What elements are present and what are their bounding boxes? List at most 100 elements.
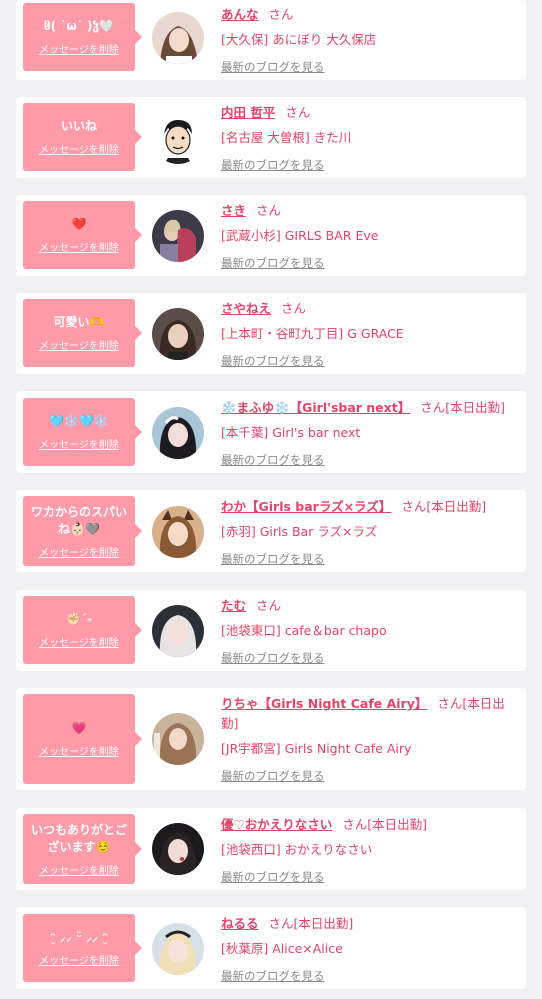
delete-message-link[interactable]: メッセージを削除 bbox=[39, 952, 119, 967]
message-text: ჱ( ˙ω˙ )ჴ🤍 bbox=[43, 19, 115, 33]
message-card: 可愛い🫶 メッセージを削除 さやねえ さん [上本町・谷町九丁目] G GRACE… bbox=[16, 293, 526, 374]
user-name-link[interactable]: わか【Girls barラズ×ラズ】 bbox=[221, 499, 391, 514]
user-info: あんな さん [大久保] あにぼり 大久保店 最新のブログを見る bbox=[221, 5, 519, 77]
user-info: さき さん [武蔵小杉] GIRLS BAR Eve 最新のブログを見る bbox=[221, 201, 519, 273]
delete-message-link[interactable]: メッセージを削除 bbox=[39, 544, 119, 559]
user-name-link[interactable]: あんな bbox=[221, 7, 259, 22]
avatar[interactable] bbox=[152, 823, 204, 875]
message-bubble: いいね メッセージを削除 bbox=[23, 103, 142, 171]
shop-info: [上本町・谷町九丁目] G GRACE bbox=[221, 326, 404, 341]
avatar[interactable] bbox=[152, 210, 204, 262]
avatar[interactable] bbox=[152, 12, 204, 64]
honorific: さん bbox=[401, 499, 427, 514]
message-bubble: ワカからのスパいね👶🏻🩶 メッセージを削除 bbox=[23, 496, 142, 566]
latest-blog-link[interactable]: 最新のブログを見る bbox=[221, 648, 325, 668]
message-bubble: ✊🏻ˊ- メッセージを削除 bbox=[23, 596, 142, 664]
avatar[interactable] bbox=[152, 713, 204, 765]
user-name-link[interactable]: りちゃ【Girls Night Cafe Airy】 bbox=[221, 696, 427, 711]
message-card: いつもありがとございます☺️ メッセージを削除 優♡おかえりなさい さん[本日出勤… bbox=[16, 808, 526, 890]
user-info: たむ さん [池袋東口] cafe＆bar chapo 最新のブログを見る bbox=[221, 596, 519, 668]
latest-blog-link[interactable]: 最新のブログを見る bbox=[221, 966, 325, 986]
honorific: さん bbox=[256, 598, 282, 613]
honorific: さん bbox=[281, 301, 307, 316]
latest-blog-link[interactable]: 最新のブログを見る bbox=[221, 766, 325, 786]
avatar[interactable] bbox=[152, 506, 204, 558]
latest-blog-link[interactable]: 最新のブログを見る bbox=[221, 57, 325, 77]
message-card: 💗 メッセージを削除 りちゃ【Girls Night Cafe Airy】 さん[… bbox=[16, 688, 526, 790]
message-bubble: ᵔ̮ ⸝⸝ ᵕ̈ ⸝⸝ ᵔ̮ メッセージを削除 bbox=[23, 914, 142, 982]
honorific: さん bbox=[420, 400, 446, 415]
honorific: さん bbox=[268, 7, 294, 22]
message-bubble: ❤️ メッセージを削除 bbox=[23, 201, 142, 269]
honorific: さん bbox=[256, 203, 282, 218]
latest-blog-link[interactable]: 最新のブログを見る bbox=[221, 351, 325, 371]
message-card: ✊🏻ˊ- メッセージを削除 たむ さん [池袋東口] cafe＆bar chapo… bbox=[16, 590, 526, 671]
avatar[interactable] bbox=[152, 112, 204, 164]
attendance-status: [本日出勤] bbox=[445, 400, 505, 415]
message-card: ᵔ̮ ⸝⸝ ᵕ̈ ⸝⸝ ᵔ̮ メッセージを削除 ねるる さん[本日出勤] [秋葉原… bbox=[16, 907, 526, 989]
user-name-link[interactable]: さき bbox=[221, 203, 246, 218]
attendance-status: [本日出勤] bbox=[367, 817, 427, 832]
user-name-link[interactable]: たむ bbox=[221, 598, 246, 613]
delete-message-link[interactable]: メッセージを削除 bbox=[39, 41, 119, 56]
delete-message-link[interactable]: メッセージを削除 bbox=[39, 743, 119, 758]
user-name-link[interactable]: さやねえ bbox=[221, 301, 271, 316]
avatar[interactable] bbox=[152, 923, 204, 975]
honorific: さん bbox=[268, 916, 294, 931]
delete-message-link[interactable]: メッセージを削除 bbox=[39, 239, 119, 254]
user-info: 優♡おかえりなさい さん[本日出勤] [池袋西口] おかえりなさい 最新のブログを… bbox=[221, 815, 519, 887]
message-bubble: 💗 メッセージを削除 bbox=[23, 694, 142, 784]
user-info: さやねえ さん [上本町・谷町九丁目] G GRACE 最新のブログを見る bbox=[221, 299, 519, 371]
user-info: りちゃ【Girls Night Cafe Airy】 さん[本日出勤] [JR宇都… bbox=[221, 694, 519, 786]
user-name-link[interactable]: 内田 哲平 bbox=[221, 105, 275, 120]
avatar[interactable] bbox=[152, 605, 204, 657]
user-name-link[interactable]: 優♡おかえりなさい bbox=[221, 817, 332, 832]
message-text: ✊🏻ˊ- bbox=[66, 612, 92, 626]
message-card: いいね メッセージを削除 内田 哲平 さん [名古屋 大曽根] きた川 最新のブロ… bbox=[16, 97, 526, 178]
latest-blog-link[interactable]: 最新のブログを見る bbox=[221, 253, 325, 273]
message-text: ❤️ bbox=[71, 217, 87, 231]
honorific: さん bbox=[437, 696, 463, 711]
message-bubble: 可愛い🫶 メッセージを削除 bbox=[23, 299, 142, 367]
message-bubble: ჱ( ˙ω˙ )ჴ🤍 メッセージを削除 bbox=[23, 3, 142, 71]
attendance-status: [本日出勤] bbox=[426, 499, 487, 514]
shop-info: [赤羽] Girls Bar ラズ×ラズ bbox=[221, 524, 378, 539]
shop-info: [武蔵小杉] GIRLS BAR Eve bbox=[221, 228, 379, 243]
message-card: ❤️ メッセージを削除 さき さん [武蔵小杉] GIRLS BAR Eve 最新… bbox=[16, 195, 526, 276]
shop-info: [名古屋 大曽根] きた川 bbox=[221, 130, 352, 145]
message-text: 可愛い🫶 bbox=[53, 315, 105, 329]
message-text: ᵔ̮ ⸝⸝ ᵕ̈ ⸝⸝ ᵔ̮ bbox=[49, 930, 109, 944]
delete-message-link[interactable]: メッセージを削除 bbox=[39, 141, 119, 156]
user-info: 内田 哲平 さん [名古屋 大曽根] きた川 最新のブログを見る bbox=[221, 103, 519, 175]
honorific: さん bbox=[285, 105, 311, 120]
latest-blog-link[interactable]: 最新のブログを見る bbox=[221, 450, 325, 470]
message-bubble: いつもありがとございます☺️ メッセージを削除 bbox=[23, 814, 142, 884]
shop-info: [池袋東口] cafe＆bar chapo bbox=[221, 623, 387, 638]
attendance-status: [本日出勤] bbox=[293, 916, 354, 931]
delete-message-link[interactable]: メッセージを削除 bbox=[39, 634, 119, 649]
user-name-link[interactable]: ❄️まふゆ❄️【Girl'sbar next】 bbox=[221, 400, 410, 415]
user-info: ねるる さん[本日出勤] [秋葉原] Alice×Alice 最新のブログを見る bbox=[221, 914, 519, 986]
avatar[interactable] bbox=[152, 407, 204, 459]
user-info: わか【Girls barラズ×ラズ】 さん[本日出勤] [赤羽] Girls Ba… bbox=[221, 497, 519, 569]
latest-blog-link[interactable]: 最新のブログを見る bbox=[221, 549, 325, 569]
message-text: ワカからのスパいね👶🏻🩶 bbox=[30, 504, 127, 536]
message-text: いいね bbox=[60, 119, 97, 133]
shop-info: [本千葉] Girl's bar next bbox=[221, 425, 361, 440]
delete-message-link[interactable]: メッセージを削除 bbox=[39, 862, 119, 877]
delete-message-link[interactable]: メッセージを削除 bbox=[39, 337, 119, 352]
message-text: 🩵❄️🩵❄️ bbox=[49, 414, 109, 428]
latest-blog-link[interactable]: 最新のブログを見る bbox=[221, 155, 325, 175]
delete-message-link[interactable]: メッセージを削除 bbox=[39, 436, 119, 451]
latest-blog-link[interactable]: 最新のブログを見る bbox=[221, 867, 325, 887]
avatar[interactable] bbox=[152, 308, 204, 360]
message-text: 💗 bbox=[71, 721, 87, 735]
user-info: ❄️まふゆ❄️【Girl'sbar next】 さん[本日出勤] [本千葉] Gi… bbox=[221, 398, 519, 470]
user-name-link[interactable]: ねるる bbox=[221, 916, 259, 931]
message-card: 🩵❄️🩵❄️ メッセージを削除 ❄️まふゆ❄️【Girl'sbar next】さ… bbox=[16, 391, 526, 473]
message-card: ワカからのスパいね👶🏻🩶 メッセージを削除 わか【Girls barラズ×ラズ】… bbox=[16, 490, 526, 572]
shop-info: [池袋西口] おかえりなさい bbox=[221, 842, 373, 857]
shop-info: [JR宇都宮] Girls Night Cafe Airy bbox=[221, 741, 412, 756]
shop-info: [大久保] あにぼり 大久保店 bbox=[221, 32, 377, 47]
message-card: ჱ( ˙ω˙ )ჴ🤍 メッセージを削除 あんな さん [大久保] あにぼり 大久保… bbox=[16, 0, 526, 80]
